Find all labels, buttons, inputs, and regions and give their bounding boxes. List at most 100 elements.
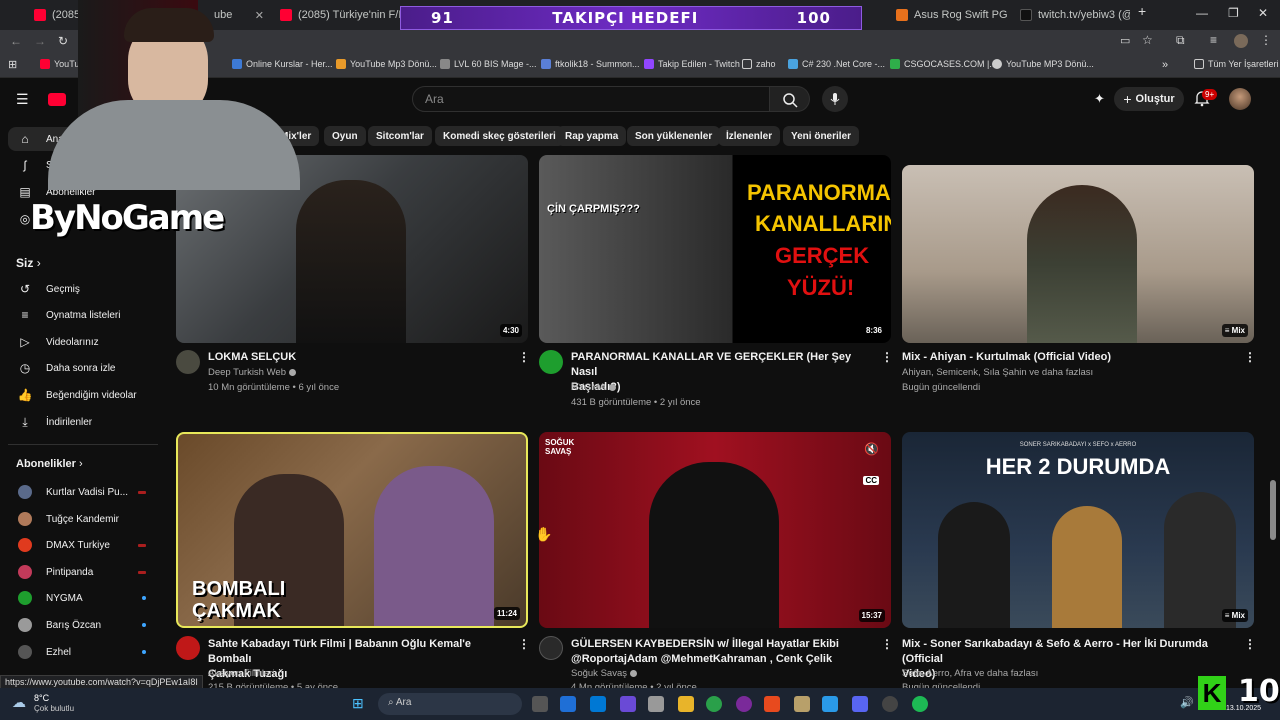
- search-input[interactable]: Ara: [412, 86, 770, 112]
- subscription-item[interactable]: Kurtlar Vadisi Pu...: [8, 481, 158, 503]
- chip-recently-uploaded[interactable]: Son yüklenenler: [627, 126, 721, 146]
- video-thumbnail[interactable]: BOMBALI ÇAKMAK 11:24: [176, 432, 528, 628]
- copilot-icon[interactable]: [620, 696, 636, 712]
- outlook-icon[interactable]: [560, 696, 576, 712]
- more-options-icon[interactable]: ⋮: [881, 350, 893, 364]
- chip-new-to-you[interactable]: Yeni öneriler: [783, 126, 860, 146]
- video-title[interactable]: GÜLERSEN KAYBEDERSİN w/ İllegal Hayatlar…: [571, 637, 876, 667]
- apps-grid-icon[interactable]: ⊞: [8, 58, 17, 71]
- more-options-icon[interactable]: ⋮: [518, 637, 530, 651]
- more-options-icon[interactable]: ⋮: [1244, 350, 1256, 364]
- browser-tab[interactable]: twitch.tv/yebiw3 (@y ✕: [1012, 4, 1130, 26]
- subscription-item[interactable]: Ezhel: [8, 641, 158, 663]
- video-channel[interactable]: Soğuk Savaş: [571, 667, 637, 681]
- chip-gaming[interactable]: Oyun: [324, 126, 366, 146]
- bookmark-item[interactable]: YouTube Mp3 Dönü...: [336, 59, 437, 69]
- bookmark-folder[interactable]: zaho: [742, 59, 776, 69]
- video-player-preview[interactable]: SOĞUK SAVAŞ 🔇 CC 15:37: [539, 432, 891, 628]
- app-icon[interactable]: [736, 696, 752, 712]
- user-avatar[interactable]: [1229, 88, 1251, 110]
- volume-icon[interactable]: 🔊: [1180, 696, 1194, 709]
- bookmark-item[interactable]: C# 230 .Net Core -...: [788, 59, 885, 69]
- chip-watched[interactable]: İzlenenler: [718, 126, 781, 146]
- new-tab-button[interactable]: +: [1138, 3, 1146, 19]
- sidebar-item-liked-videos[interactable]: 👍 Beğendiğim videolar: [8, 383, 158, 407]
- profile-avatar[interactable]: [1234, 34, 1248, 48]
- voice-search-button[interactable]: [822, 86, 848, 112]
- channel-avatar[interactable]: [539, 636, 563, 660]
- taskbar-search[interactable]: ⌕ Ara: [378, 693, 522, 715]
- browser-tab[interactable]: Asus Rog Swift PG27 ✕: [888, 4, 1008, 26]
- bookmark-item[interactable]: Takip Edilen - Twitch: [644, 59, 740, 69]
- app-icon[interactable]: [794, 696, 810, 712]
- mute-icon[interactable]: 🔇: [864, 442, 879, 456]
- chip-sitcoms[interactable]: Sitcom'lar: [368, 126, 432, 146]
- section-you[interactable]: Siz ›: [16, 256, 41, 270]
- channel-avatar[interactable]: [176, 636, 200, 660]
- extensions-icon[interactable]: ⧉: [1176, 33, 1185, 48]
- chrome-icon[interactable]: [706, 696, 722, 712]
- bookmark-star-icon[interactable]: ☆: [1142, 33, 1153, 47]
- cast-device-icon[interactable]: ✦: [1094, 91, 1105, 107]
- bookmark-item[interactable]: ftkolik18 - Summon...: [541, 59, 640, 69]
- task-view-icon[interactable]: [532, 696, 548, 712]
- video-channel[interactable]: Ahiyan, Semicenk, Sıla Şahin ve daha faz…: [902, 366, 1093, 380]
- bookmark-item[interactable]: CSGOCASES.COM |...: [890, 59, 997, 69]
- all-bookmarks-folder[interactable]: Tüm Yer İşaretleri: [1194, 59, 1279, 69]
- channel-avatar[interactable]: [176, 350, 200, 374]
- back-icon[interactable]: ←: [10, 34, 22, 48]
- page-scrollbar-thumb[interactable]: [1270, 480, 1276, 540]
- search-button[interactable]: [770, 86, 810, 112]
- video-channel[interactable]: Aksiyon Filmleri: [208, 667, 275, 681]
- subscription-item[interactable]: Pintipanda: [8, 561, 158, 583]
- video-thumbnail[interactable]: SONER SARIKABADAYI x SEFO x AERRO HER 2 …: [902, 432, 1254, 628]
- section-subscriptions[interactable]: Abonelikler ›: [16, 458, 83, 470]
- spotify-icon[interactable]: [912, 696, 928, 712]
- video-title[interactable]: PARANORMAL KANALLAR VE GERÇEKLER (Her Şe…: [571, 350, 871, 395]
- sidebar-item-downloads[interactable]: ⤓ İndirilenler: [8, 410, 158, 434]
- video-title[interactable]: Mix - Ahiyan - Kurtulmak (Official Video…: [902, 350, 1232, 365]
- sidebar-item-history[interactable]: ↺ Geçmiş: [8, 277, 158, 301]
- forward-icon[interactable]: →: [34, 34, 46, 48]
- bookmark-item[interactable]: LVL 60 BIS Mage -...: [440, 59, 537, 69]
- more-options-icon[interactable]: ⋮: [881, 637, 893, 651]
- minimize-icon[interactable]: —: [1196, 6, 1208, 20]
- app-icon[interactable]: [590, 696, 606, 712]
- create-button[interactable]: + Oluştur: [1114, 87, 1184, 111]
- sidebar-item-your-videos[interactable]: ▷ Videolarınız: [8, 330, 158, 354]
- bookmarks-overflow-button[interactable]: »: [1162, 59, 1168, 71]
- file-explorer-icon[interactable]: [678, 696, 694, 712]
- subscription-item[interactable]: Barış Özcan: [8, 614, 158, 636]
- subscription-item[interactable]: NYGMA: [8, 587, 158, 609]
- hamburger-menu-icon[interactable]: ☰: [16, 91, 29, 108]
- sidebar-item-watch-later[interactable]: ◷ Daha sonra izle: [8, 356, 158, 380]
- video-thumbnail[interactable]: ≡ Mix: [902, 165, 1254, 343]
- windows-start-icon[interactable]: ⊞: [352, 695, 364, 712]
- store-icon[interactable]: [648, 696, 664, 712]
- maximize-icon[interactable]: ❐: [1228, 6, 1239, 20]
- video-channel[interactable]: Deep Turkish Web: [208, 366, 296, 380]
- subscription-item[interactable]: DMAX Turkiye: [8, 534, 158, 556]
- menu-dots-icon[interactable]: ⋮: [1260, 33, 1272, 47]
- captions-icon[interactable]: CC: [863, 476, 879, 485]
- media-icon[interactable]: ≡: [1210, 33, 1217, 47]
- more-options-icon[interactable]: ⋮: [1244, 637, 1256, 651]
- video-channel[interactable]: NYGMA: [571, 381, 616, 395]
- brave-icon[interactable]: [764, 696, 780, 712]
- video-channel[interactable]: Sefo, Aerro, Afra ve daha fazlası: [902, 667, 1038, 681]
- cast-icon[interactable]: ▭: [1120, 34, 1130, 47]
- video-title[interactable]: LOKMA SELÇUK: [208, 350, 508, 365]
- more-options-icon[interactable]: ⋮: [518, 350, 530, 364]
- video-thumbnail[interactable]: ÇİN ÇARPMIŞ??? PARANORMAL KANALLARIN GER…: [539, 155, 891, 343]
- chip-sketch-comedy[interactable]: Komedi skeç gösterileri: [435, 126, 564, 146]
- app-icon[interactable]: [822, 696, 838, 712]
- bookmark-item[interactable]: YouTube MP3 Dönü...: [992, 59, 1094, 69]
- close-window-icon[interactable]: ✕: [1258, 6, 1268, 20]
- weather-temp[interactable]: 8°C: [34, 693, 49, 703]
- chip-rap[interactable]: Rap yapma: [557, 126, 627, 146]
- obs-icon[interactable]: [882, 696, 898, 712]
- discord-icon[interactable]: [852, 696, 868, 712]
- channel-avatar[interactable]: [539, 350, 563, 374]
- subscription-item[interactable]: Tuğçe Kandemir: [8, 508, 158, 530]
- sidebar-item-playlists[interactable]: ≡ Oynatma listeleri: [8, 303, 158, 327]
